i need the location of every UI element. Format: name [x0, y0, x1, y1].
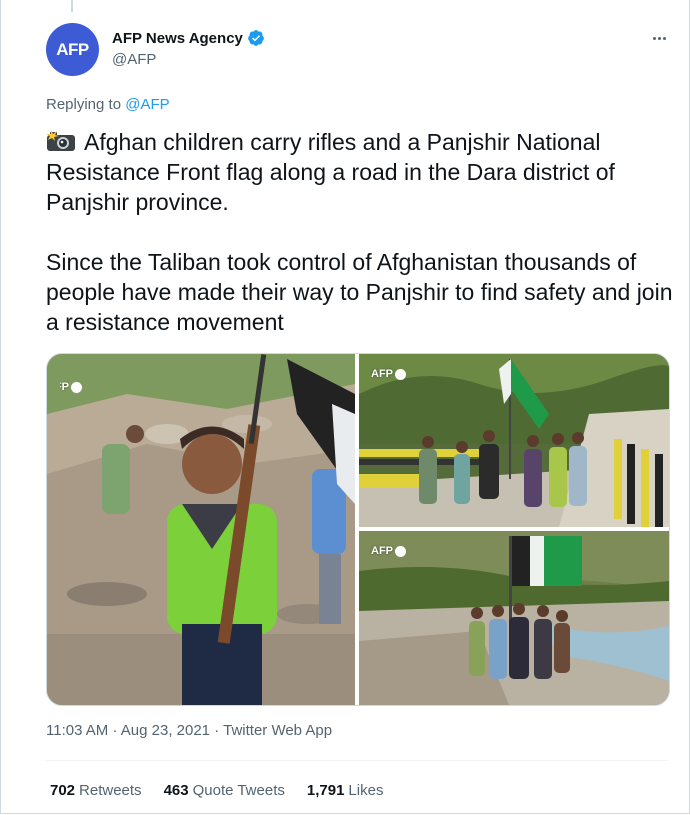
photo-1-watermark-text: AFP: [47, 381, 69, 393]
quote-tweets-stat[interactable]: 463 Quote Tweets: [164, 782, 285, 799]
author-display-name[interactable]: AFP News Agency: [112, 30, 243, 47]
replying-to-label: Replying to: [46, 96, 122, 113]
quote-tweets-count: 463: [163, 782, 189, 799]
tweet-photo-2[interactable]: AFP: [359, 354, 669, 527]
thread-connector-line: [71, 0, 73, 12]
tweet-photo-1[interactable]: AFP: [47, 354, 355, 705]
more-options-icon[interactable]: [648, 28, 670, 48]
likes-stat[interactable]: 1,791 Likes: [307, 782, 384, 799]
retweets-label: Retweets: [79, 782, 142, 799]
photo-2-watermark: AFP: [371, 368, 406, 380]
likes-label: Likes: [348, 782, 384, 799]
separator-dot: ·: [214, 722, 220, 739]
quote-tweets-label: Quote Tweets: [192, 782, 285, 799]
separator-dot: ·: [112, 722, 118, 739]
camera-with-flash-icon: [46, 130, 75, 151]
verified-badge-icon: [248, 30, 264, 46]
tweet-date[interactable]: Aug 23, 2021: [121, 722, 210, 739]
author-name-row[interactable]: AFP News Agency: [112, 29, 265, 47]
tweet-timestamp: 11:03 AM · Aug 23, 2021 · Twitter Web Ap…: [46, 722, 332, 739]
tweet-text-body: Afghan children carry rifles and a Panjs…: [46, 129, 673, 335]
author-handle[interactable]: @AFP: [112, 51, 156, 68]
media-grid: AFP AFP AFP: [46, 353, 670, 706]
tweet-photo-3[interactable]: AFP: [359, 531, 669, 705]
photo-3-watermark-text: AFP: [371, 545, 393, 557]
divider: [46, 760, 668, 761]
replying-to: Replying to @AFP: [46, 96, 170, 113]
photo-1-watermark: AFP: [47, 381, 82, 393]
avatar-logo-text: AFP: [56, 39, 89, 59]
retweets-stat[interactable]: 702 Retweets: [50, 782, 142, 799]
retweets-count: 702: [50, 782, 76, 799]
tweet-source-app[interactable]: Twitter Web App: [223, 722, 332, 739]
likes-count: 1,791: [306, 782, 345, 799]
tweet-text: Afghan children carry rifles and a Panjs…: [46, 127, 676, 337]
engagement-stats: 702 Retweets 463 Quote Tweets 1,791 Likes: [50, 782, 383, 799]
photo-3-watermark: AFP: [371, 545, 406, 557]
photo-2-watermark-text: AFP: [371, 368, 393, 380]
tweet-time[interactable]: 11:03 AM: [46, 722, 108, 739]
replying-to-mention-link[interactable]: @AFP: [125, 96, 169, 113]
avatar[interactable]: AFP: [46, 23, 99, 76]
